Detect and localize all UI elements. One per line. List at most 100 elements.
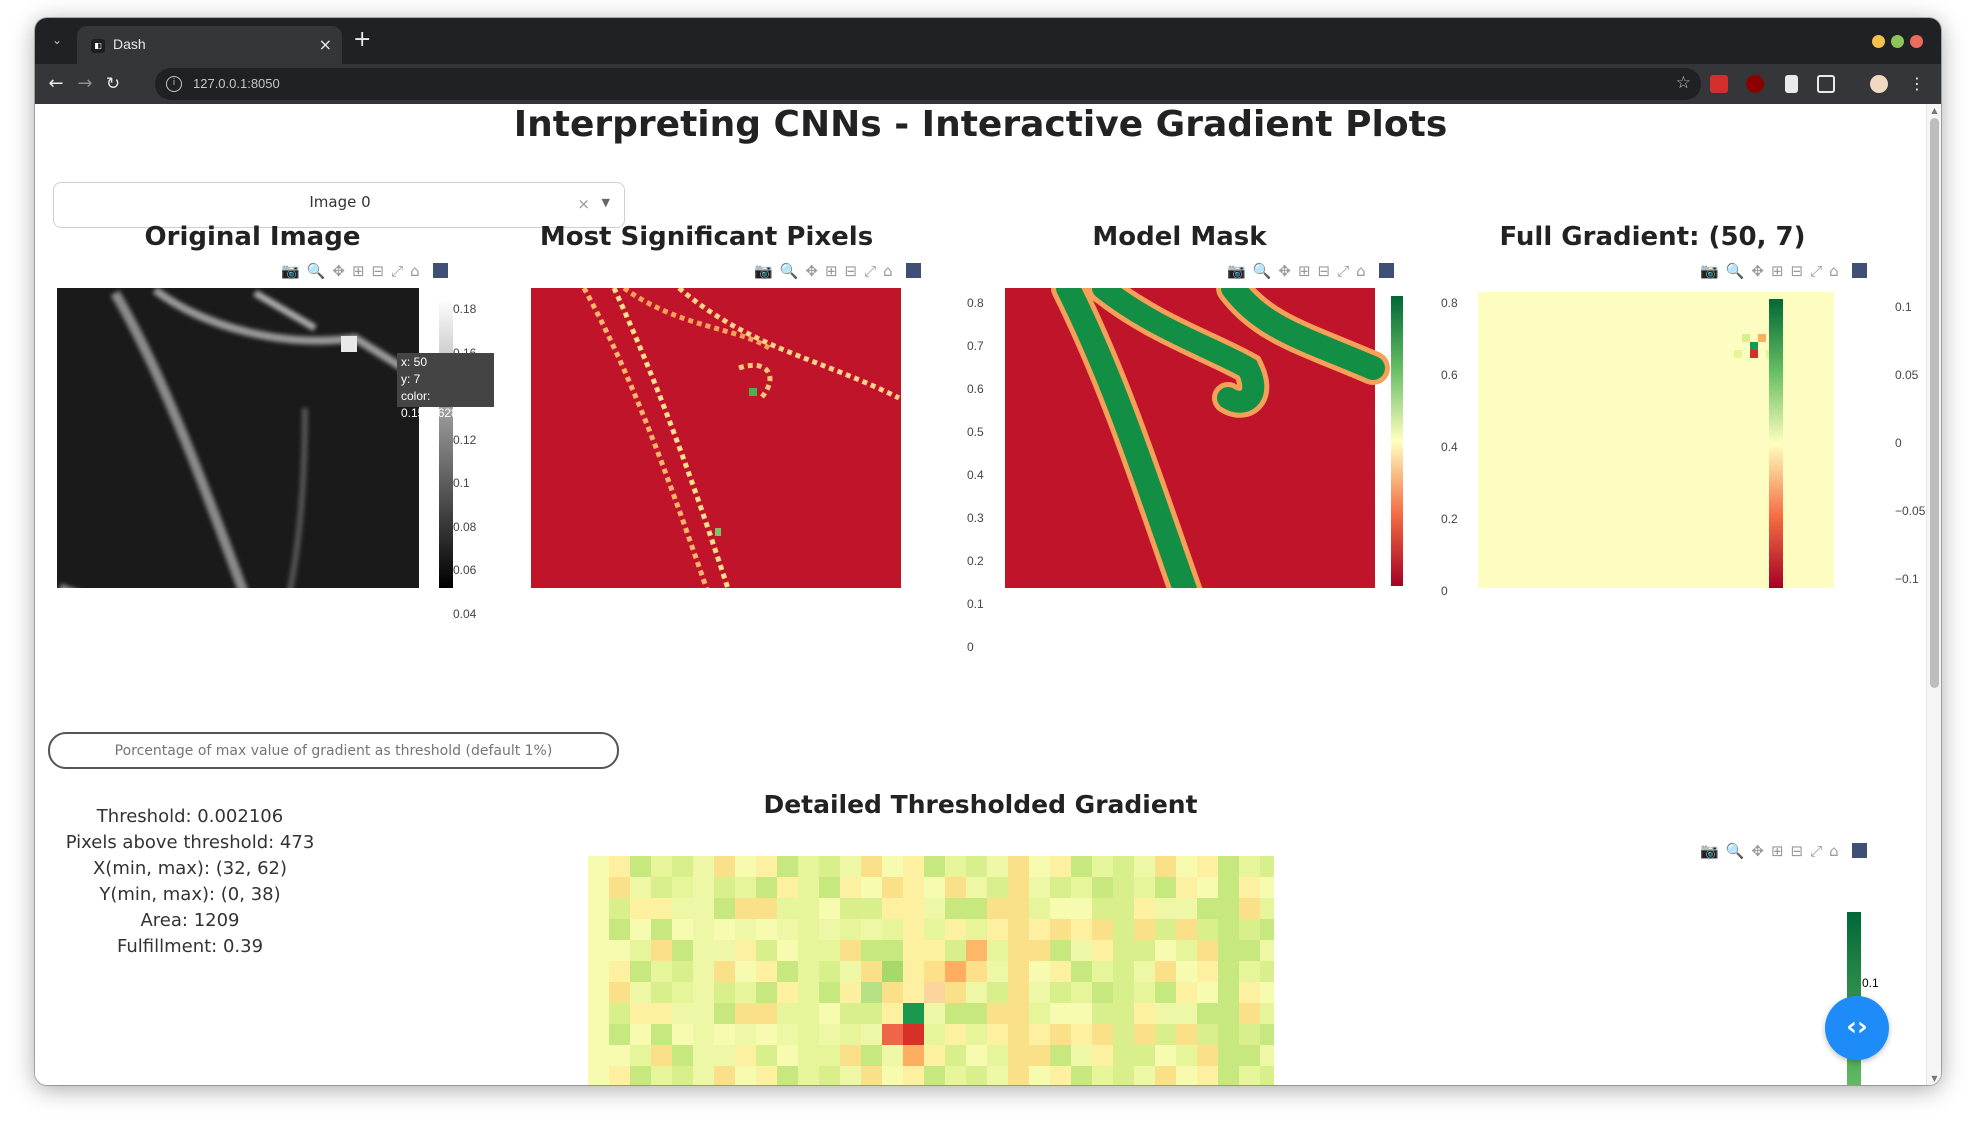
zoom-in-icon[interactable]: ⊞ (352, 262, 365, 280)
zoom-in-icon[interactable]: ⊞ (1298, 262, 1311, 280)
heatmap-cell (777, 1024, 798, 1045)
forward-icon[interactable]: → (73, 72, 97, 96)
heatmap-cell (1008, 1003, 1029, 1024)
zoom-in-icon[interactable]: ⊞ (1771, 842, 1784, 860)
heatmap-cell (693, 1066, 714, 1085)
reload-icon[interactable]: ↻ (101, 72, 125, 96)
heatmap-cell (1176, 919, 1197, 940)
full-gradient-plot[interactable] (1476, 288, 1896, 588)
pan-icon[interactable]: ✥ (332, 262, 345, 280)
dash-debug-button[interactable]: ‹› (1825, 996, 1889, 1060)
scrollbar-thumb[interactable] (1930, 118, 1939, 688)
close-window-button[interactable] (1910, 35, 1923, 48)
scroll-down-icon[interactable]: ▼ (1927, 1074, 1941, 1083)
colorbar-tick-label: −0.05 (1895, 504, 1926, 518)
zoom-icon[interactable]: 🔍 (1726, 842, 1745, 860)
bookmark-star-icon[interactable]: ☆ (1676, 73, 1691, 93)
heatmap-cell (924, 1045, 945, 1066)
pan-icon[interactable]: ✥ (1751, 842, 1764, 860)
home-icon[interactable]: ⌂ (1356, 262, 1366, 280)
heatmap-cell (1050, 982, 1071, 1003)
heatmap-cell (1134, 940, 1155, 961)
original-image-plot[interactable] (55, 288, 455, 588)
home-icon[interactable]: ⌂ (410, 262, 420, 280)
profile-avatar[interactable] (1870, 75, 1888, 93)
heatmap-cell (1050, 898, 1071, 919)
menu-dots-icon[interactable]: ⋮ (1905, 72, 1929, 96)
browser-tab[interactable]: ◧ Dash × (77, 26, 342, 64)
colorbar-tick-label: 0.8 (1441, 296, 1458, 310)
heatmap-cell (756, 898, 777, 919)
heatmap-cell (714, 940, 735, 961)
camera-icon[interactable]: 📷 (281, 262, 300, 280)
home-icon[interactable]: ⌂ (883, 262, 893, 280)
heatmap-cell (1218, 1003, 1239, 1024)
autoscale-icon[interactable]: ⤢ (1810, 262, 1822, 280)
plotly-logo-icon[interactable] (1851, 263, 1867, 278)
detailed-gradient-plot[interactable] (588, 856, 1274, 1085)
autoscale-icon[interactable]: ⤢ (864, 262, 876, 280)
zoom-out-icon[interactable]: ⊟ (1791, 842, 1804, 860)
ublock-icon[interactable] (1746, 75, 1764, 93)
significant-heatmap[interactable] (531, 288, 901, 588)
original-colorbar (439, 298, 453, 588)
extension-red-icon[interactable] (1710, 75, 1728, 93)
scroll-up-icon[interactable]: ▲ (1927, 106, 1941, 115)
heatmap-cell (1155, 1003, 1176, 1024)
zoom-icon[interactable]: 🔍 (780, 262, 799, 280)
heatmap-cell (987, 982, 1008, 1003)
heatmap-cell (861, 877, 882, 898)
pan-icon[interactable]: ✥ (1278, 262, 1291, 280)
document-icon[interactable] (1785, 75, 1798, 93)
significant-pixels-plot[interactable] (529, 288, 929, 588)
heatmap-cell (630, 982, 651, 1003)
camera-icon[interactable]: 📷 (1700, 842, 1719, 860)
chevron-down-icon[interactable]: ▼ (602, 196, 610, 209)
plotly-logo-icon[interactable] (1851, 843, 1867, 858)
minimize-button[interactable] (1872, 35, 1885, 48)
address-bar[interactable]: i 127.0.0.1:8050 ☆ (155, 68, 1701, 100)
home-icon[interactable]: ⌂ (1829, 262, 1839, 280)
site-info-icon[interactable]: i (166, 76, 182, 92)
heatmap-cell (861, 898, 882, 919)
back-icon[interactable]: ← (44, 72, 68, 96)
heatmap-cell (735, 1024, 756, 1045)
autoscale-icon[interactable]: ⤢ (391, 262, 403, 280)
tab-search-icon[interactable]: ⌄ (45, 28, 69, 52)
zoom-in-icon[interactable]: ⊞ (1771, 262, 1784, 280)
zoom-icon[interactable]: 🔍 (1726, 262, 1745, 280)
tab-close-icon[interactable]: × (319, 35, 332, 54)
home-icon[interactable]: ⌂ (1829, 842, 1839, 860)
heatmap-cell (1260, 961, 1274, 982)
heatmap-cell (1113, 877, 1134, 898)
model-mask-plot[interactable] (1003, 288, 1403, 588)
zoom-out-icon[interactable]: ⊟ (372, 262, 385, 280)
heatmap-cell (1113, 1003, 1134, 1024)
heatmap-cell (714, 961, 735, 982)
pan-icon[interactable]: ✥ (1751, 262, 1764, 280)
page-scrollbar[interactable]: ▲ ▼ (1926, 104, 1941, 1085)
autoscale-icon[interactable]: ⤢ (1810, 842, 1822, 860)
zoom-icon[interactable]: 🔍 (1253, 262, 1272, 280)
zoom-out-icon[interactable]: ⊟ (1318, 262, 1331, 280)
colorbar-tick-label: 0 (967, 640, 974, 654)
autoscale-icon[interactable]: ⤢ (1337, 262, 1349, 280)
plotly-logo-icon[interactable] (432, 263, 448, 278)
new-tab-icon[interactable]: + (353, 28, 371, 52)
zoom-icon[interactable]: 🔍 (307, 262, 326, 280)
pan-icon[interactable]: ✥ (805, 262, 818, 280)
threshold-input[interactable]: Porcentage of max value of gradient as t… (48, 732, 619, 769)
plotly-logo-icon[interactable] (905, 263, 921, 278)
zoom-out-icon[interactable]: ⊟ (1791, 262, 1804, 280)
extensions-puzzle-icon[interactable] (1817, 75, 1835, 93)
zoom-in-icon[interactable]: ⊞ (825, 262, 838, 280)
heatmap-cell (882, 961, 903, 982)
heatmap-cell (777, 940, 798, 961)
camera-icon[interactable]: 📷 (754, 262, 773, 280)
maximize-button[interactable] (1891, 35, 1904, 48)
clear-icon[interactable]: × (577, 195, 590, 213)
zoom-out-icon[interactable]: ⊟ (845, 262, 858, 280)
plotly-logo-icon[interactable] (1378, 263, 1394, 278)
camera-icon[interactable]: 📷 (1700, 262, 1719, 280)
camera-icon[interactable]: 📷 (1227, 262, 1246, 280)
